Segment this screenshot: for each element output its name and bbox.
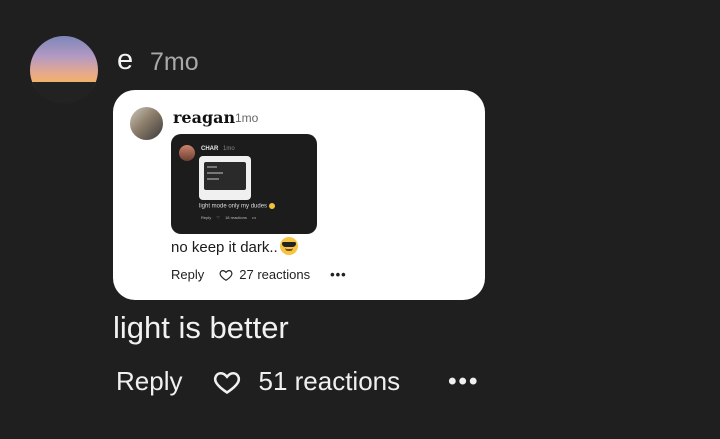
quoted-comment-body: no keep it dark.. [171, 237, 298, 256]
quoted-comment-text: no keep it dark.. [171, 239, 278, 256]
nested-comment-text: light mode only my dudes [199, 203, 275, 210]
nested-author-avatar [179, 145, 195, 161]
thumbnail-line [207, 166, 217, 168]
nested-timestamp: 1mo [223, 146, 235, 152]
nested-quoted-comment[interactable]: CHAR 1mo light mode only my dudes Reply … [171, 134, 317, 234]
commenter-avatar[interactable] [30, 36, 98, 104]
nested-reply-label: Reply [201, 215, 212, 220]
thumbnail-line [207, 178, 219, 180]
emoji-smile [284, 248, 293, 251]
nested-heart-icon: ♡ [216, 215, 220, 220]
reply-button[interactable]: Reply [116, 366, 182, 397]
sunglasses-emoji-icon [279, 237, 298, 255]
quoted-more-options-icon[interactable]: ••• [330, 267, 347, 282]
nested-comment-body: light mode only my dudes [199, 203, 268, 210]
quoted-reactions-count[interactable]: 27 reactions [239, 267, 310, 282]
reactions-count[interactable]: 51 reactions [258, 366, 400, 397]
comment-author[interactable]: e [117, 44, 133, 77]
more-options-icon[interactable]: ••• [448, 368, 479, 396]
nested-action-bar: Reply ♡ 18 reactions ••• [201, 215, 260, 220]
quoted-author-avatar[interactable] [130, 107, 163, 140]
avatar-landscape [30, 82, 98, 104]
nested-author: CHAR [201, 146, 219, 152]
comment-timestamp: 7mo [150, 48, 199, 76]
heart-icon[interactable] [212, 368, 242, 396]
quoted-comment-card[interactable]: reagan 1mo CHAR 1mo light mode only my d… [113, 90, 485, 300]
quoted-timestamp: 1mo [235, 111, 259, 125]
nested-screenshot-thumbnail [199, 156, 251, 200]
nested-more-label: ••• [252, 215, 257, 220]
nested-reactions-label: 18 reactions [225, 215, 247, 220]
nested-emoji-icon [268, 203, 275, 209]
thumbnail-line [207, 172, 223, 174]
quoted-reply-button[interactable]: Reply [171, 267, 204, 282]
quoted-action-bar: Reply 27 reactions ••• [171, 267, 347, 282]
quoted-heart-icon[interactable] [219, 268, 233, 282]
comment-body: light is better [113, 310, 289, 345]
comment-action-bar: Reply 51 reactions ••• [116, 366, 479, 397]
sunglasses-lenses [281, 242, 296, 247]
quoted-author[interactable]: reagan [173, 108, 235, 127]
